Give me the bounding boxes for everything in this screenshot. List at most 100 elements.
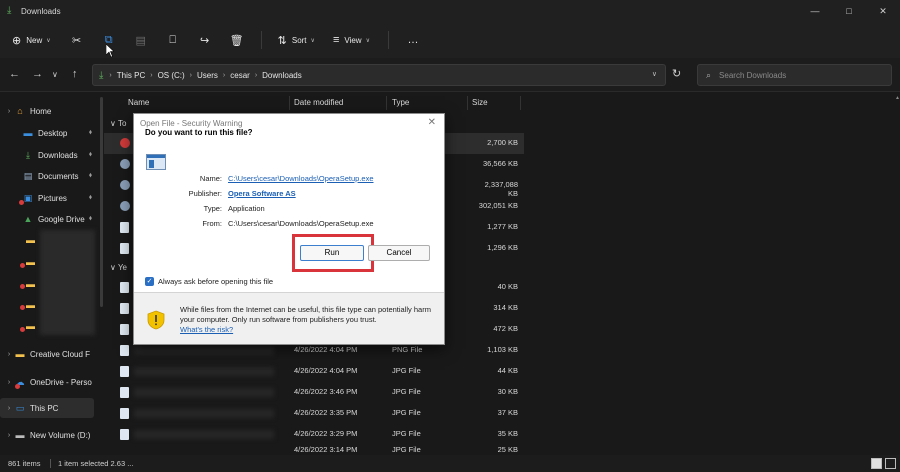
sidebar-item-desktop[interactable]: ▬ Desktop ⬧ bbox=[0, 123, 100, 143]
breadcrumb-chevron-icon: › bbox=[222, 71, 226, 79]
table-row[interactable]: 4/26/2022 3:14 PM JPG File 25 KB bbox=[104, 445, 524, 455]
expand-chevron-icon[interactable]: › bbox=[4, 379, 14, 386]
address-bar[interactable]: ⤓ › This PC › OS (C:) › Users › cesar › … bbox=[92, 64, 666, 86]
pin-icon: ⬧ bbox=[88, 172, 92, 179]
cut-icon[interactable]: ✂ bbox=[69, 34, 85, 47]
application-icon bbox=[146, 154, 166, 170]
file-icon bbox=[120, 408, 129, 419]
dialog-close-icon[interactable]: ✕ bbox=[428, 117, 436, 128]
search-input[interactable] bbox=[719, 70, 870, 80]
back-arrow-icon[interactable]: ← bbox=[9, 68, 20, 80]
whats-the-risk-link[interactable]: What's the risk? bbox=[180, 325, 233, 334]
sidebar-item-downloads[interactable]: ⤓ Downloads ⬧ bbox=[0, 145, 100, 165]
folder-icon[interactable]: ▬ bbox=[26, 235, 35, 245]
sort-button[interactable]: ⇅ Sort ∨ bbox=[278, 29, 315, 51]
share-icon[interactable]: ↪ bbox=[197, 34, 213, 47]
sidebar-item-google-drive[interactable]: ▲ Google Drive ⬧ bbox=[0, 209, 100, 229]
toolbar-divider bbox=[260, 31, 262, 49]
sidebar-item-label: OneDrive - Perso bbox=[30, 377, 92, 387]
file-path-link[interactable]: C:\Users\cesar\Downloads\OperaSetup.exe bbox=[228, 174, 374, 183]
more-options-button[interactable]: … bbox=[405, 34, 421, 46]
tiles-view-icon[interactable] bbox=[885, 458, 896, 469]
sidebar-scrollbar-thumb[interactable] bbox=[100, 97, 103, 307]
file-type: PNG File bbox=[392, 345, 423, 354]
sidebar-item-label: Pictures bbox=[38, 193, 67, 203]
sidebar-item-documents[interactable]: ▤ Documents ⬧ bbox=[0, 166, 100, 186]
folder-icon[interactable]: ▬ bbox=[26, 321, 35, 331]
file-icon bbox=[120, 429, 129, 440]
sidebar-item-pictures[interactable]: ▣ Pictures ⬧ bbox=[0, 188, 100, 208]
pin-icon: ⬧ bbox=[88, 151, 92, 158]
sidebar-item-creative-cloud[interactable]: › ▬ Creative Cloud F bbox=[0, 344, 100, 364]
refresh-icon[interactable]: ↻ bbox=[672, 67, 681, 80]
file-list-scrollbar[interactable]: ▲ bbox=[894, 93, 900, 455]
column-divider[interactable] bbox=[289, 96, 290, 110]
column-divider[interactable] bbox=[520, 96, 521, 110]
column-header-size[interactable]: Size bbox=[472, 93, 488, 113]
sidebar-item-onedrive[interactable]: › ☁ OneDrive - Perso bbox=[0, 372, 100, 392]
column-header-type[interactable]: Type bbox=[392, 93, 409, 113]
folder-icon[interactable]: ▬ bbox=[26, 257, 35, 267]
breadcrumb-users[interactable]: Users bbox=[197, 71, 218, 80]
rename-icon[interactable]: ⎕ bbox=[165, 34, 181, 47]
sidebar-item-new-volume[interactable]: › ▬ New Volume (D:) bbox=[0, 425, 100, 445]
cancel-button[interactable]: Cancel bbox=[368, 245, 430, 261]
table-row[interactable]: 4/26/2022 3:46 PM JPG File 30 KB bbox=[104, 382, 524, 403]
publisher-link[interactable]: Opera Software AS bbox=[228, 189, 296, 198]
always-ask-label[interactable]: Always ask before opening this file bbox=[158, 277, 273, 286]
forward-arrow-icon[interactable]: → bbox=[32, 68, 43, 80]
from-label: From: bbox=[202, 219, 222, 228]
maximize-button[interactable]: □ bbox=[832, 0, 866, 22]
new-button[interactable]: ⊕ New ∨ bbox=[12, 29, 51, 51]
breadcrumb-cesar[interactable]: cesar bbox=[230, 71, 250, 80]
group-header-yesterday[interactable]: ∨ Ye bbox=[110, 263, 127, 272]
recent-chevron-icon[interactable]: ∨ bbox=[52, 70, 58, 79]
file-icon bbox=[120, 282, 129, 293]
search-box[interactable]: ⌕ bbox=[697, 64, 892, 86]
group-yesterday-label: Ye bbox=[117, 263, 127, 272]
scroll-up-icon[interactable]: ▲ bbox=[895, 95, 900, 101]
file-icon bbox=[120, 222, 129, 233]
sidebar-item-home[interactable]: › ⌂ Home bbox=[0, 101, 100, 121]
table-row[interactable]: 4/26/2022 3:29 PM JPG File 35 KB bbox=[104, 424, 524, 445]
file-size: 25 KB bbox=[497, 445, 518, 454]
run-button[interactable]: Run bbox=[300, 245, 364, 261]
table-row[interactable]: 4/26/2022 4:04 PM JPG File 44 KB bbox=[104, 361, 524, 382]
column-divider[interactable] bbox=[386, 96, 387, 110]
expand-chevron-icon[interactable]: › bbox=[4, 351, 14, 358]
always-ask-checkbox[interactable]: ✓ bbox=[145, 277, 154, 286]
dialog-body bbox=[134, 134, 444, 292]
file-date: 4/26/2022 3:46 PM bbox=[294, 387, 358, 396]
view-button[interactable]: ≡ View ∨ bbox=[333, 29, 370, 51]
sidebar-item-label: Google Drive bbox=[38, 214, 85, 224]
file-icon bbox=[120, 366, 129, 377]
breadcrumb-downloads[interactable]: Downloads bbox=[262, 71, 302, 80]
desktop-icon: ▬ bbox=[23, 128, 33, 138]
delete-icon[interactable]: 🗑 bbox=[229, 34, 245, 47]
file-size: 44 KB bbox=[497, 366, 518, 375]
column-header-date[interactable]: Date modified bbox=[294, 93, 343, 113]
sidebar-item-this-pc[interactable]: › ▭ This PC bbox=[0, 398, 94, 418]
address-dropdown-icon[interactable]: ∨ bbox=[652, 70, 657, 78]
breadcrumb-this-pc[interactable]: This PC bbox=[117, 71, 145, 80]
minimize-button[interactable]: — bbox=[798, 0, 832, 22]
paste-icon[interactable]: ▤ bbox=[133, 34, 149, 47]
up-arrow-icon[interactable]: ↑ bbox=[72, 68, 78, 80]
column-divider[interactable] bbox=[467, 96, 468, 110]
folder-icon[interactable]: ▬ bbox=[26, 300, 35, 310]
breadcrumb-os-c[interactable]: OS (C:) bbox=[158, 71, 185, 80]
column-header-name[interactable]: Name bbox=[128, 93, 149, 113]
creative-cloud-icon: ▬ bbox=[15, 349, 25, 359]
expand-chevron-icon[interactable]: › bbox=[4, 405, 14, 412]
expand-chevron-icon[interactable]: › bbox=[4, 108, 14, 115]
setup-file-icon bbox=[120, 201, 130, 211]
file-size: 1,277 KB bbox=[487, 222, 518, 231]
table-row[interactable]: 4/26/2022 3:35 PM JPG File 37 KB bbox=[104, 403, 524, 424]
details-view-icon[interactable] bbox=[871, 458, 882, 469]
type-label: Type: bbox=[203, 204, 222, 213]
close-window-button[interactable]: ✕ bbox=[866, 0, 900, 22]
group-header-today[interactable]: ∨ To bbox=[110, 119, 126, 128]
folder-icon[interactable]: ▬ bbox=[26, 279, 35, 289]
file-size: 314 KB bbox=[493, 303, 518, 312]
expand-chevron-icon[interactable]: › bbox=[4, 432, 14, 439]
